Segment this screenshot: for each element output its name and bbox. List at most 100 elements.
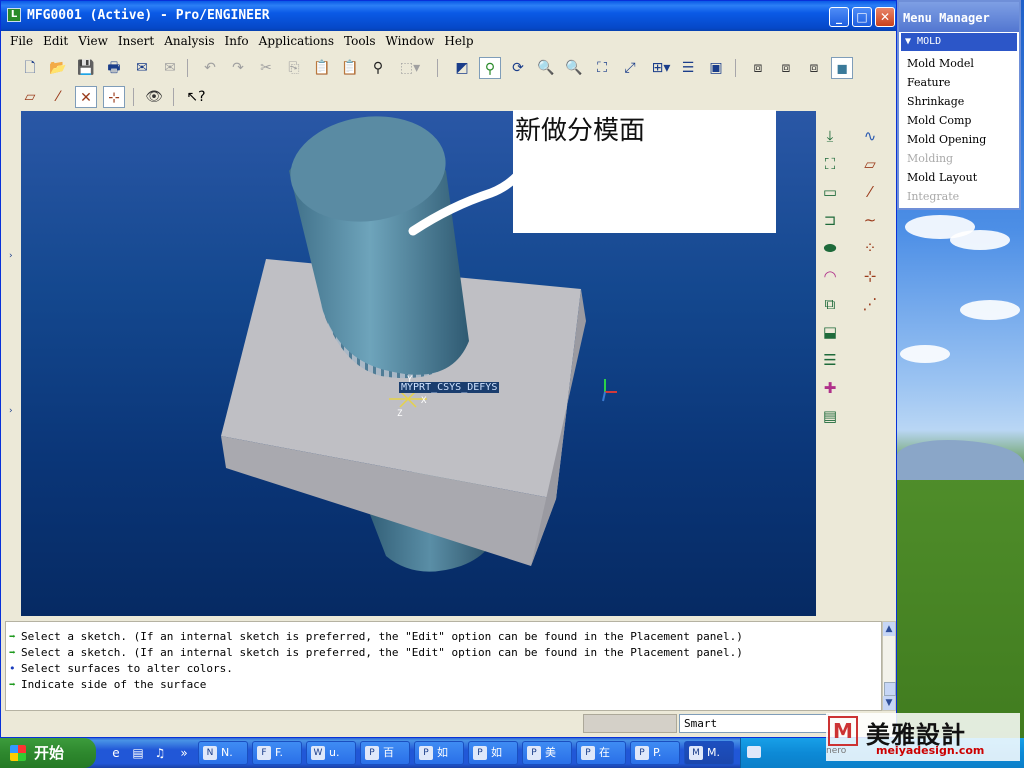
mm-item-mold-opening[interactable]: Mold Opening bbox=[907, 133, 986, 146]
datum-planes-toggle-icon[interactable]: ▱ bbox=[19, 86, 41, 108]
silhouette-curve-icon[interactable]: ◠ bbox=[819, 265, 841, 287]
open-file-icon[interactable]: 📂 bbox=[47, 57, 69, 79]
analysis-feature-icon[interactable]: ⋰ bbox=[859, 293, 881, 315]
menu-insert[interactable]: Insert bbox=[113, 32, 159, 48]
model-tree-collapsed-strip[interactable]: › › bbox=[5, 111, 22, 616]
expand-arrow-icon[interactable]: › bbox=[9, 406, 13, 416]
mm-item-mold-model[interactable]: Mold Model bbox=[907, 57, 974, 70]
split-volume-icon[interactable]: ⛶ bbox=[819, 153, 841, 175]
datum-axes-toggle-icon[interactable]: ⁄ bbox=[47, 86, 69, 108]
copy-icon[interactable]: ⎘ bbox=[283, 57, 305, 79]
cavity-insert-icon[interactable]: ⬓ bbox=[819, 321, 841, 343]
reorient-icon[interactable]: ⤢ bbox=[619, 57, 641, 79]
menu-manager-title[interactable]: Menu Manager bbox=[899, 2, 1019, 32]
title-bar[interactable]: L MFG0001 (Active) - Pro/ENGINEER _ □ ✕ bbox=[1, 1, 896, 31]
task-button[interactable]: P百 bbox=[360, 741, 410, 765]
annotation-display-icon[interactable]: 👁 bbox=[143, 86, 165, 108]
redo-icon[interactable]: ↷ bbox=[227, 57, 249, 79]
cut-icon[interactable]: ✂ bbox=[255, 57, 277, 79]
task-button[interactable]: P在 bbox=[576, 741, 626, 765]
view-manager-icon[interactable]: ▣ bbox=[705, 57, 727, 79]
save-icon[interactable]: 💾 bbox=[75, 57, 97, 79]
context-help-icon[interactable]: ↖? bbox=[185, 86, 207, 108]
task-button[interactable]: F F. bbox=[252, 741, 302, 765]
datum-points-toggle-icon[interactable]: ✕ bbox=[75, 86, 97, 108]
ie-icon[interactable]: e bbox=[108, 745, 124, 761]
saved-views-icon[interactable]: ⊞▾ bbox=[647, 57, 675, 79]
menu-info[interactable]: Info bbox=[220, 32, 254, 48]
send-attachment-icon[interactable]: ✉ bbox=[159, 57, 181, 79]
media-player-icon[interactable]: ♫ bbox=[152, 745, 168, 761]
start-button[interactable]: 开始 bbox=[0, 738, 96, 768]
hidden-line-icon[interactable]: ⧈ bbox=[775, 57, 797, 79]
mold-base-icon[interactable]: ⧉ bbox=[819, 293, 841, 315]
new-file-icon[interactable]: 🗋 bbox=[19, 57, 41, 79]
menu-help[interactable]: Help bbox=[439, 32, 478, 48]
sketch-curve-icon[interactable]: ∼ bbox=[859, 209, 881, 231]
task-button[interactable]: Wu. bbox=[306, 741, 356, 765]
menu-manager-header[interactable]: ▼ MOLD bbox=[901, 33, 1017, 51]
extract-icon[interactable]: ▭ bbox=[819, 181, 841, 203]
wireframe-icon[interactable]: ⧈ bbox=[747, 57, 769, 79]
expand-arrow-icon[interactable]: › bbox=[9, 251, 13, 261]
undo-icon[interactable]: ↶ bbox=[199, 57, 221, 79]
task-button[interactable]: P如 bbox=[468, 741, 518, 765]
maximize-button[interactable]: □ bbox=[852, 7, 872, 27]
shading-icon[interactable]: ◼ bbox=[831, 57, 853, 79]
mm-item-shrinkage[interactable]: Shrinkage bbox=[907, 95, 964, 108]
menu-view[interactable]: View bbox=[73, 32, 113, 48]
keyboard-icon[interactable] bbox=[747, 746, 761, 758]
datum-axis-icon[interactable]: ⁄ bbox=[859, 181, 881, 203]
menu-edit[interactable]: Edit bbox=[38, 32, 73, 48]
spin-center-icon[interactable]: ⚲ bbox=[479, 57, 501, 79]
paste-special-icon[interactable]: 📋 bbox=[339, 57, 361, 79]
csys-label[interactable]: MYPRT_CSYS_DEFYS bbox=[399, 382, 500, 393]
runner-icon[interactable]: ⊐ bbox=[819, 209, 841, 231]
waterline-icon[interactable]: ✚ bbox=[819, 377, 841, 399]
send-mail-icon[interactable]: ✉ bbox=[131, 57, 153, 79]
datum-point-icon[interactable]: ⁘ bbox=[859, 237, 881, 259]
selection-filter[interactable]: Smart bbox=[679, 714, 829, 733]
parting-surface-icon[interactable]: ⬬ bbox=[819, 237, 841, 259]
proe-app-icon[interactable]: L bbox=[7, 8, 21, 22]
menu-window[interactable]: Window bbox=[381, 32, 440, 48]
task-button[interactable]: P美 bbox=[522, 741, 572, 765]
task-button-active[interactable]: M M. bbox=[684, 741, 734, 765]
refit-icon[interactable]: ⛶ bbox=[591, 57, 613, 79]
trim-to-geometry-icon[interactable]: ▤ bbox=[819, 405, 841, 427]
print-icon[interactable]: 🖶 bbox=[103, 57, 125, 79]
menu-analysis[interactable]: Analysis bbox=[159, 32, 219, 48]
mm-item-mold-layout[interactable]: Mold Layout bbox=[907, 171, 977, 184]
task-button[interactable]: P如 bbox=[414, 741, 464, 765]
orient-mode-icon[interactable]: ⟳ bbox=[507, 57, 529, 79]
scroll-up-icon[interactable]: ▲ bbox=[883, 622, 895, 636]
no-hidden-icon[interactable]: ⧈ bbox=[803, 57, 825, 79]
mold-opening-icon[interactable]: ☰ bbox=[819, 349, 841, 371]
scroll-thumb[interactable] bbox=[884, 682, 896, 696]
find-icon[interactable]: ⚲ bbox=[367, 57, 389, 79]
menu-tools[interactable]: Tools bbox=[339, 32, 381, 48]
datum-curve-icon[interactable]: ∿ bbox=[859, 125, 881, 147]
csys-icon[interactable]: ⊹ bbox=[859, 265, 881, 287]
mold-volume-icon[interactable]: ⤓ bbox=[819, 125, 841, 147]
mm-item-mold-comp[interactable]: Mold Comp bbox=[907, 114, 971, 127]
menu-file[interactable]: File bbox=[5, 32, 38, 48]
selection-box-icon[interactable]: ⬚▾ bbox=[395, 57, 425, 79]
datum-plane-icon[interactable]: ▱ bbox=[859, 153, 881, 175]
repaint-icon[interactable]: ◩ bbox=[451, 57, 473, 79]
quicklaunch-overflow-icon[interactable]: » bbox=[176, 745, 192, 761]
paste-icon[interactable]: 📋 bbox=[311, 57, 333, 79]
csys-toggle-icon[interactable]: ⊹ bbox=[103, 86, 125, 108]
notepad-icon[interactable]: ▤ bbox=[130, 745, 146, 761]
zoom-in-icon[interactable]: 🔍 bbox=[535, 57, 557, 79]
task-button[interactable]: P P. bbox=[630, 741, 680, 765]
close-button[interactable]: ✕ bbox=[875, 7, 895, 27]
mm-item-feature[interactable]: Feature bbox=[907, 76, 950, 89]
layers-icon[interactable]: ☰ bbox=[677, 57, 699, 79]
message-scrollbar[interactable]: ▲ ▼ bbox=[882, 621, 896, 711]
scroll-down-icon[interactable]: ▼ bbox=[883, 696, 895, 710]
task-button[interactable]: N N. bbox=[198, 741, 248, 765]
zoom-out-icon[interactable]: 🔍 bbox=[563, 57, 585, 79]
minimize-button[interactable]: _ bbox=[829, 7, 849, 27]
menu-applications[interactable]: Applications bbox=[254, 32, 339, 48]
